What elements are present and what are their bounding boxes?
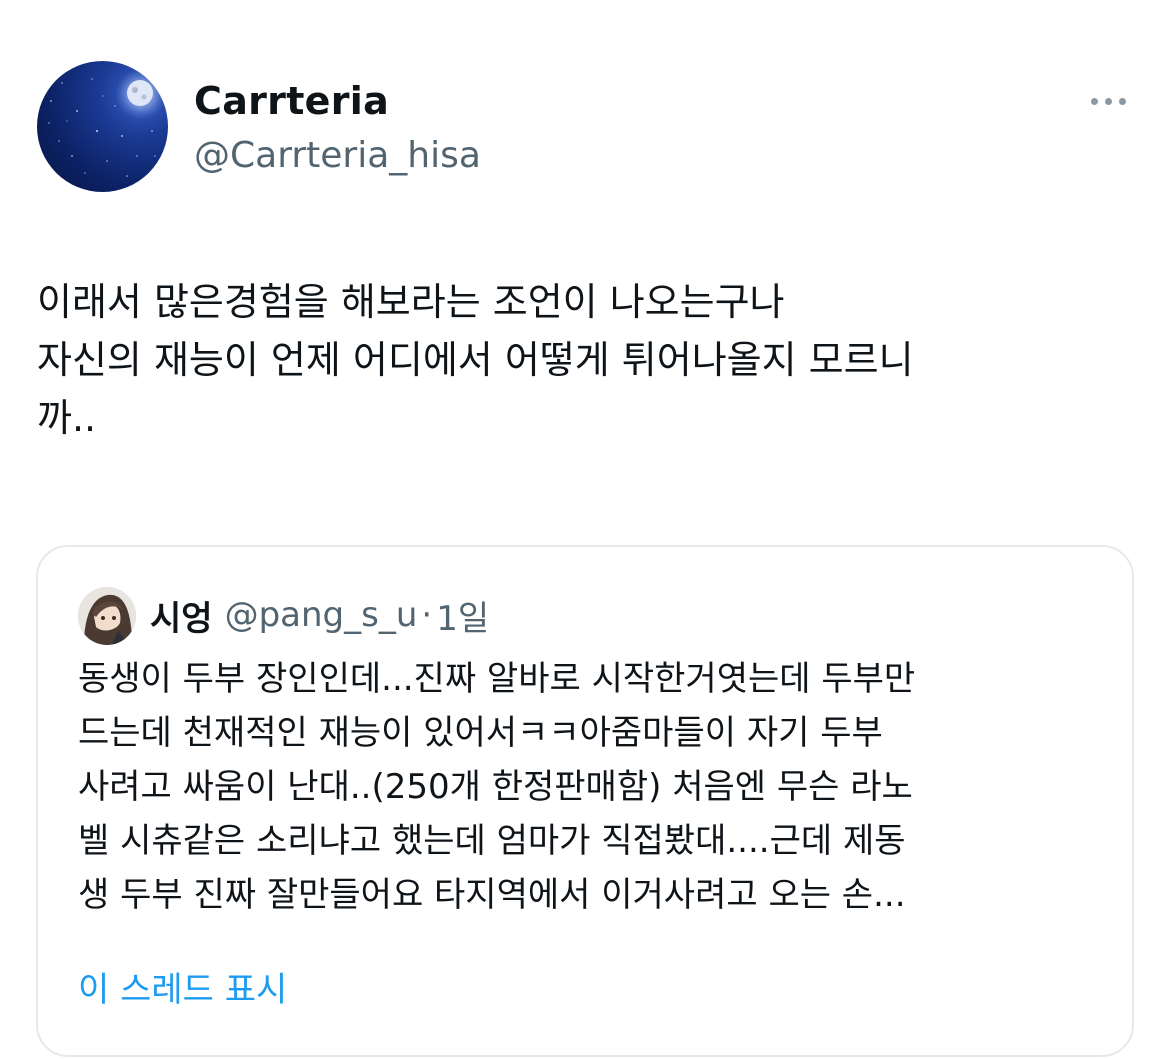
tweet-text: 이래서 많은경험을 해보라는 조언이 나오는구나 자신의 재능이 언제 어디에서… [37,273,1137,447]
quoted-text-line: 벨 시츄같은 소리냐고 했는데 엄마가 직접봤대....근데 제동 [78,821,906,861]
anime-character-avatar-icon [78,587,136,645]
more-horizontal-icon-dot [1118,97,1126,105]
tweet-text-line: 이래서 많은경험을 해보라는 조언이 나오는구나 [37,280,785,324]
quoted-tweet-text: 동생이 두부 장인인데...진짜 알바로 시작한거엿는데 두부만 드는데 천재적… [78,652,1098,922]
quoted-tweet-card[interactable]: 시엉 @pang_s_u · 1일 동생이 두부 장인인데...진짜 알바로 시… [36,545,1134,1057]
author-handle[interactable]: @Carrteria_hisa [194,133,481,179]
show-thread-link[interactable]: 이 스레드 표시 [78,965,287,1015]
tweet-text-line: 자신의 재능이 언제 어디에서 어떻게 튀어나올지 모르니 [37,338,914,382]
quoted-text-line: 생 두부 진짜 잘만들어요 타지역에서 이거사려고 오는 손... [78,875,906,915]
night-sky-moon-avatar-icon [48,68,167,177]
quoted-text-line: 드는데 천재적인 재능이 있어서ㅋㅋ아줌마들이 자기 두부 [78,713,883,753]
separator-dot: · [421,595,433,635]
author-avatar[interactable] [37,61,168,192]
quoted-author-avatar[interactable] [78,587,136,645]
quoted-tweet-timestamp[interactable]: 1일 [436,591,489,640]
more-horizontal-icon [1090,97,1098,105]
quoted-text-line: 동생이 두부 장인인데...진짜 알바로 시작한거엿는데 두부만 [78,659,916,699]
quoted-author-display-name[interactable]: 시엉 [150,591,213,640]
quoted-text-line: 사려고 싸움이 난대..(250개 한정판매함) 처음엔 무슨 라노 [78,767,913,807]
more-options-button[interactable] [1082,86,1134,116]
quoted-tweet-header: 시엉 @pang_s_u · 1일 [150,590,489,640]
quoted-author-handle[interactable]: @pang_s_u [225,595,418,635]
tweet-text-line: 까.. [37,396,97,440]
more-horizontal-icon-dot [1104,97,1112,105]
author-display-name[interactable]: Carrteria [194,78,389,124]
